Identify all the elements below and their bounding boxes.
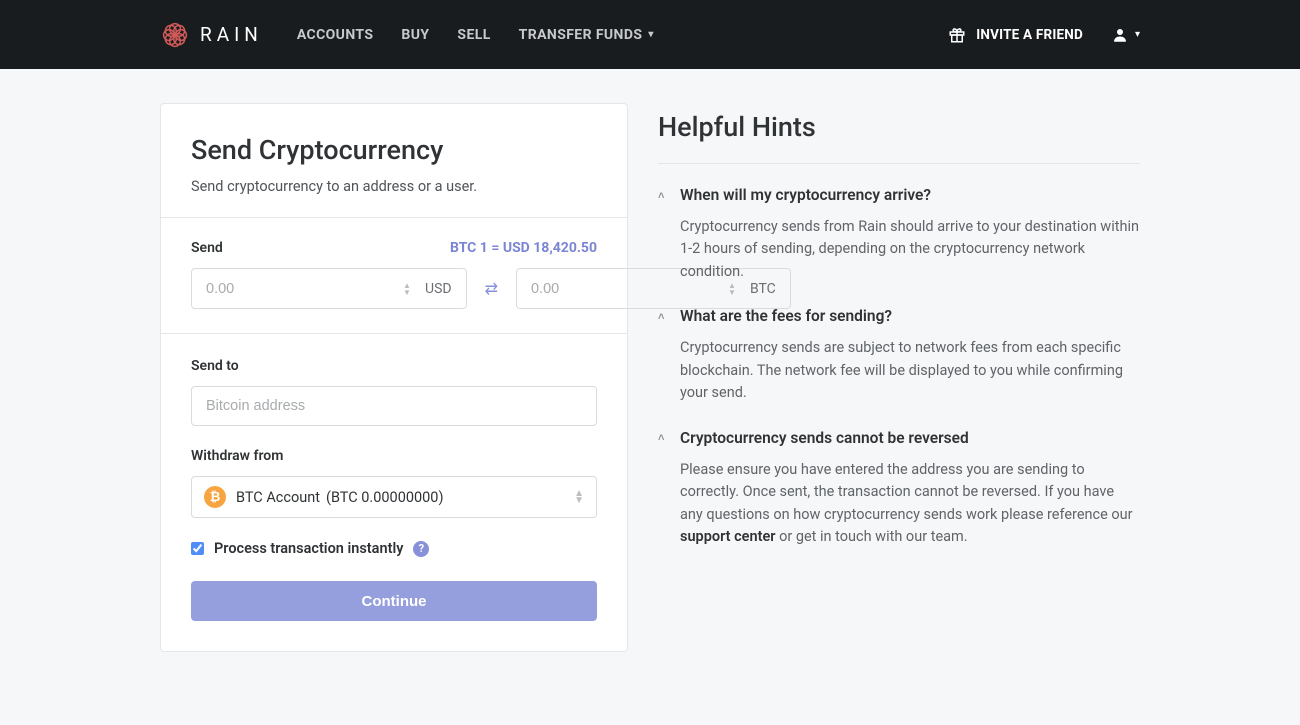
rain-logo-icon	[160, 20, 190, 50]
usd-amount-input[interactable]	[192, 269, 403, 308]
hint-answer: Cryptocurrency sends from Rain should ar…	[658, 216, 1140, 283]
send-label: Send	[191, 240, 223, 256]
support-center-link[interactable]: support center	[680, 528, 775, 545]
hint-text-pre: Please ensure you have entered the addre…	[680, 461, 1133, 523]
brand-logo[interactable]: RAIN	[160, 20, 263, 50]
instant-label: Process transaction instantly	[214, 540, 403, 557]
exchange-rate: BTC 1 = USD 18,420.50	[450, 240, 597, 256]
nav-transfer-label: TRANSFER FUNDS	[519, 27, 643, 43]
chevron-up-icon: ˄	[658, 431, 666, 444]
account-name: BTC Account	[236, 489, 320, 506]
chevron-down-icon: ▾	[1135, 29, 1140, 40]
withdraw-label: Withdraw from	[191, 448, 597, 464]
hint-question: Cryptocurrency sends cannot be reversed	[680, 429, 969, 447]
gift-icon	[948, 26, 966, 44]
hint-question-toggle[interactable]: ˄ Cryptocurrency sends cannot be reverse…	[658, 429, 1140, 447]
chevron-up-icon: ˄	[658, 189, 666, 202]
usd-stepper[interactable]: ▲▼	[403, 269, 417, 308]
swap-icon[interactable]: ⇄	[485, 279, 498, 298]
hints-title: Helpful Hints	[658, 111, 1140, 143]
nav-transfer-funds[interactable]: TRANSFER FUNDS ▾	[519, 27, 654, 43]
hint-question-toggle[interactable]: ˄ What are the fees for sending?	[658, 307, 1140, 325]
invite-label: INVITE A FRIEND	[976, 27, 1083, 43]
user-icon	[1111, 26, 1129, 44]
chevron-up-icon: ˄	[658, 310, 666, 323]
usd-amount-box: ▲▼ USD	[191, 268, 467, 309]
nav-buy[interactable]: BUY	[401, 27, 429, 43]
instant-checkbox[interactable]	[191, 542, 204, 555]
nav-right: INVITE A FRIEND ▾	[948, 26, 1140, 44]
navbar: RAIN ACCOUNTS BUY SELL TRANSFER FUNDS ▾ …	[0, 0, 1300, 69]
nav-sell[interactable]: SELL	[457, 27, 490, 43]
chevron-down-icon: ▾	[648, 29, 653, 40]
user-menu[interactable]: ▾	[1111, 26, 1140, 44]
send-to-label: Send to	[191, 358, 597, 374]
address-input[interactable]	[191, 386, 597, 426]
hint-item: ˄ When will my cryptocurrency arrive? Cr…	[658, 186, 1140, 283]
select-caret-icon: ▲▼	[574, 490, 584, 504]
helpful-hints: Helpful Hints ˄ When will my cryptocurre…	[658, 103, 1140, 652]
hint-question: What are the fees for sending?	[680, 307, 892, 325]
hint-item: ˄ Cryptocurrency sends cannot be reverse…	[658, 429, 1140, 549]
brand-name: RAIN	[200, 23, 263, 46]
account-balance: (BTC 0.00000000)	[326, 489, 444, 506]
hint-item: ˄ What are the fees for sending? Cryptoc…	[658, 307, 1140, 404]
hint-text-post: or get in touch with our team.	[775, 528, 967, 545]
invite-friend-button[interactable]: INVITE A FRIEND	[948, 26, 1083, 44]
hint-question: When will my cryptocurrency arrive?	[680, 186, 931, 204]
btc-icon: ₿	[204, 486, 226, 508]
hint-answer: Cryptocurrency sends are subject to netw…	[658, 337, 1140, 404]
hint-question-toggle[interactable]: ˄ When will my cryptocurrency arrive?	[658, 186, 1140, 204]
card-subtitle: Send cryptocurrency to an address or a u…	[191, 178, 597, 195]
nav-items: ACCOUNTS BUY SELL TRANSFER FUNDS ▾	[297, 27, 654, 43]
usd-currency-label: USD	[417, 281, 466, 297]
divider	[658, 163, 1140, 164]
card-title: Send Cryptocurrency	[191, 134, 597, 166]
withdraw-account-select[interactable]: ₿ BTC Account (BTC 0.00000000) ▲▼	[191, 476, 597, 518]
hint-answer: Please ensure you have entered the addre…	[658, 459, 1140, 549]
help-icon[interactable]: ?	[413, 541, 429, 557]
nav-accounts[interactable]: ACCOUNTS	[297, 27, 374, 43]
send-crypto-card: Send Cryptocurrency Send cryptocurrency …	[160, 103, 628, 652]
continue-button[interactable]: Continue	[191, 581, 597, 621]
